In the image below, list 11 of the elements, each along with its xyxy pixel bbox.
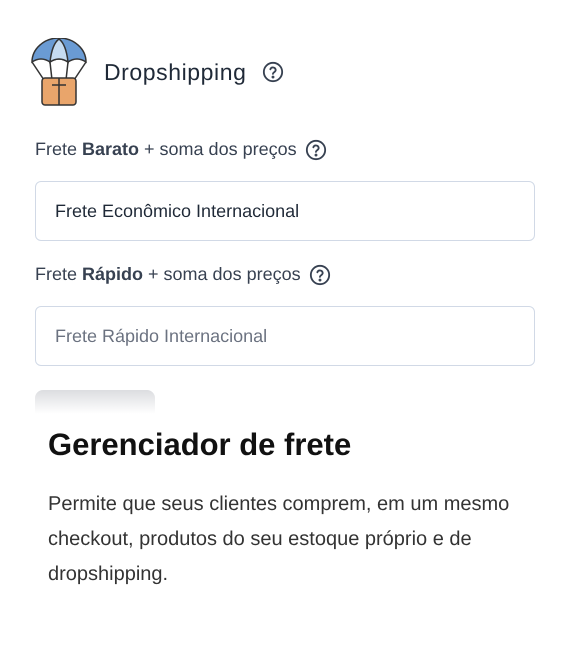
parachute-box-icon	[30, 38, 88, 106]
feature-title: Gerenciador de frete	[48, 426, 352, 464]
field-label: Frete Rápido + soma dos preços	[35, 263, 301, 286]
section-title: Dropshipping	[104, 58, 246, 87]
field-label: Frete Barato + soma dos preços	[35, 138, 297, 161]
feature-description: Permite que seus clientes comprem, em um mesmo checkout, produtos do seu estoque próprio e de dropshipping.	[48, 492, 510, 586]
help-icon[interactable]	[304, 138, 327, 160]
help-icon[interactable]	[262, 61, 284, 83]
text-field[interactable]: Frete Econômico Internacional	[35, 181, 535, 241]
help-icon[interactable]	[308, 264, 331, 286]
text-field[interactable]: Frete Rápido Internacional	[35, 306, 535, 366]
